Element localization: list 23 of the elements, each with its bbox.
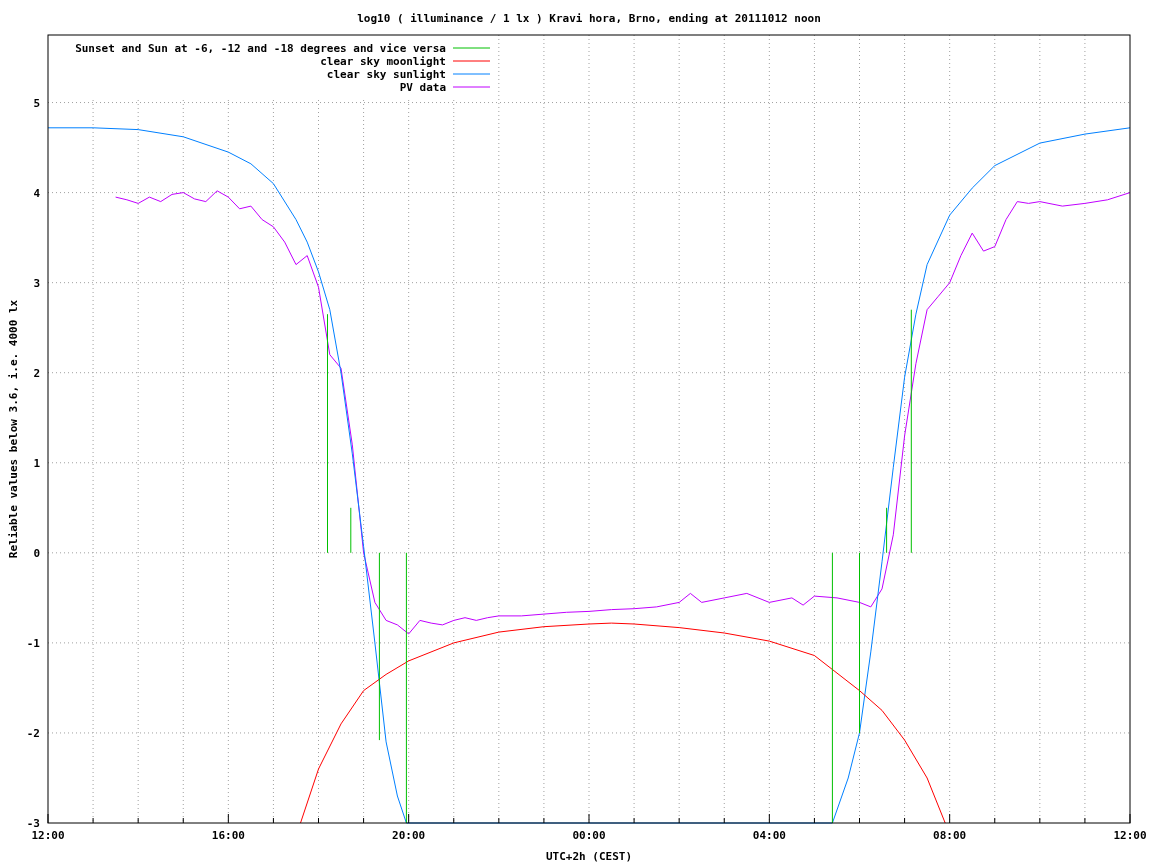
y-tick-label: 2: [33, 366, 40, 380]
y-tick-label: 3: [33, 276, 40, 290]
x-tick-label: 20:00: [392, 829, 426, 842]
x-tick-label: 00:00: [572, 829, 606, 842]
y-tick-label: 4: [33, 186, 40, 200]
x-tick-label: 04:00: [752, 829, 786, 842]
legend-label: clear sky sunlight: [326, 68, 446, 81]
x-tick-label: 16:00: [211, 829, 245, 842]
y-tick-label: -1: [26, 636, 40, 650]
legend-label: PV data: [399, 81, 446, 94]
y-axis-title: Reliable values below 3.6, i.e. 4000 lx: [7, 299, 20, 559]
y-tick-label: 0: [33, 546, 40, 560]
chart-title: log10 ( illuminance / 1 lx ) Kravi hora, Brno, ending at 20111012 noon: [357, 12, 821, 25]
legend-label: clear sky moonlight: [320, 55, 446, 68]
x-axis-title: UTC+2h (CEST): [545, 850, 633, 863]
legend-label: Sunset and Sun at -6, -12 and -18 degrees and vice versa: [75, 42, 446, 55]
x-tick-label: 08:00: [933, 829, 967, 842]
x-tick-label: 12:00: [31, 829, 65, 842]
y-tick-label: 1: [33, 456, 40, 470]
y-tick-label: -2: [26, 726, 40, 740]
y-tick-label: 5: [33, 96, 40, 110]
y-tick-label: -3: [26, 817, 40, 830]
x-tick-label: 12:00: [1113, 829, 1147, 842]
